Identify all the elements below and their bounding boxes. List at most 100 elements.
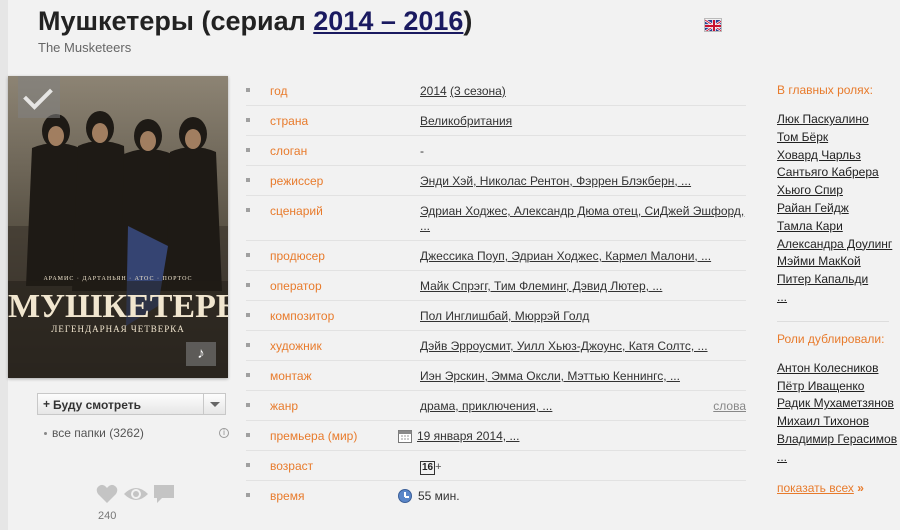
poster-image[interactable]: АРАМИС · ДАРТАНЬЯН · АТОС · ПОРТОС МУШКЕ… — [8, 76, 228, 378]
poster-title: МУШКЕТЕРЫ — [8, 288, 228, 325]
info-value: Джессика Поуп, Эдриан Ходжес, Кармел Мал… — [420, 249, 746, 264]
actor-link[interactable]: Тамла Кари — [777, 218, 900, 236]
watch-later-label: Буду смотреть — [53, 398, 142, 412]
dubbers-more-link[interactable]: ... — [777, 449, 900, 467]
info-row-composer: композитор Пол Инглишбай, Мюррэй Голд — [246, 301, 746, 331]
runtime-text: 55 мин. — [418, 489, 460, 503]
info-row-age: возраст 16 + — [246, 451, 746, 481]
actor-link[interactable]: Люк Паскуалино — [777, 111, 900, 129]
row-bullet — [246, 88, 250, 92]
heart-icon[interactable] — [96, 484, 118, 504]
seasons-link[interactable]: (3 сезона) — [450, 84, 506, 98]
original-title: The Musketeers — [38, 40, 132, 55]
dubber-link[interactable]: Антон Колесников — [777, 360, 900, 378]
all-folders-link[interactable]: все папки (3262) — [44, 426, 144, 440]
info-label: жанр — [270, 399, 299, 413]
info-row-operator: оператор Майк Спрэгг, Тим Флеминг, Дэвид… — [246, 271, 746, 301]
dubber-link[interactable]: Радик Мухаметзянов — [777, 395, 900, 413]
info-label: оператор — [270, 279, 322, 293]
likes-count: 240 — [98, 510, 117, 522]
actor-link[interactable]: Александра Доулинг — [777, 236, 900, 254]
actor-link[interactable]: Сантьяго Кабрера — [777, 164, 900, 182]
age-plus: + — [435, 461, 442, 473]
info-label: художник — [270, 339, 322, 353]
actor-link[interactable]: Питер Капальди — [777, 271, 900, 289]
artist-links[interactable]: Дэйв Эрроусмит, Уилл Хьюз-Джоунс, Катя С… — [420, 339, 708, 353]
actor-link[interactable]: Мэйми МакКой — [777, 253, 900, 271]
info-label: монтаж — [270, 369, 312, 383]
info-row-year: год 2014 (3 сезона) — [246, 76, 746, 106]
age-rating-badge: 16 — [420, 461, 436, 475]
info-value: драма, приключения, ... — [420, 399, 746, 414]
year-link[interactable]: 2014 — [420, 84, 447, 98]
dubber-link[interactable]: Михаил Тихонов — [777, 413, 900, 431]
info-value: 55 мин. — [398, 489, 746, 504]
info-label: слоган — [270, 144, 308, 158]
genre-links[interactable]: драма, приключения, ... — [420, 399, 552, 413]
info-row-director: режиссер Энди Хэй, Николас Рентон, Фэрре… — [246, 166, 746, 196]
watch-later-dropdown[interactable]: + Буду смотреть — [37, 393, 226, 415]
row-bullet — [246, 373, 250, 377]
chevron-down-icon[interactable] — [203, 394, 225, 414]
info-row-time: время 55 мин. — [246, 481, 746, 511]
info-label: возраст — [270, 459, 314, 473]
writer-links[interactable]: Эдриан Ходжес, Александр Дюма отец, СиДж… — [420, 204, 744, 233]
keywords-link[interactable]: слова — [713, 399, 746, 413]
info-row-writer: сценарий Эдриан Ходжес, Александр Дюма о… — [246, 196, 746, 241]
title-text: Мушкетеры (сериал — [38, 6, 314, 36]
info-label: продюсер — [270, 249, 325, 263]
actor-link[interactable]: Хьюго Спир — [777, 182, 900, 200]
row-bullet — [246, 118, 250, 122]
info-row-slogan: слоган - — [246, 136, 746, 166]
info-value: Энди Хэй, Николас Рентон, Фэррен Блэкбер… — [420, 174, 746, 189]
editing-links[interactable]: Иэн Эрскин, Эмма Оксли, Мэттью Кеннингс,… — [420, 369, 680, 383]
calendar-icon — [398, 430, 412, 443]
info-label: страна — [270, 114, 309, 128]
info-row-artist: художник Дэйв Эрроусмит, Уилл Хьюз-Джоун… — [246, 331, 746, 361]
operator-links[interactable]: Майк Спрэгг, Тим Флеминг, Дэвид Лютер, .… — [420, 279, 662, 293]
info-label: год — [270, 84, 288, 98]
title-years-link[interactable]: 2014 – 2016 — [313, 6, 463, 36]
show-all-arrow: » — [857, 481, 864, 495]
music-note-icon[interactable]: ♪ — [186, 342, 216, 366]
info-icon[interactable]: i — [219, 428, 229, 438]
actor-link[interactable]: Ховард Чарльз — [777, 147, 900, 165]
info-value: 19 января 2014, ... — [398, 429, 746, 444]
info-value: Дэйв Эрроусмит, Уилл Хьюз-Джоунс, Катя С… — [420, 339, 746, 354]
poster-cast-line: АРАМИС · ДАРТАНЬЯН · АТОС · ПОРТОС — [43, 276, 193, 282]
cast-column: В главных ролях: Люк Паскуалино Том Бёрк… — [777, 83, 900, 467]
dubber-link[interactable]: Пётр Иващенко — [777, 378, 900, 396]
row-bullet — [246, 208, 250, 212]
comment-icon[interactable] — [153, 484, 175, 504]
info-label: сценарий — [270, 204, 323, 218]
director-links[interactable]: Энди Хэй, Николас Рентон, Фэррен Блэкбер… — [420, 174, 691, 188]
info-row-premiere: премьера (мир) 19 января 2014, ... — [246, 421, 746, 451]
composer-links[interactable]: Пол Инглишбай, Мюррэй Голд — [420, 309, 589, 323]
row-bullet — [246, 343, 250, 347]
cast-heading: В главных ролях: — [777, 83, 874, 97]
country-link[interactable]: Великобритания — [420, 114, 512, 128]
info-row-genre: жанр драма, приключения, ... слова — [246, 391, 746, 421]
info-row-country: страна Великобритания — [246, 106, 746, 136]
premiere-link[interactable]: 19 января 2014, ... — [417, 429, 519, 443]
eye-icon[interactable] — [123, 484, 149, 504]
uk-flag-icon[interactable] — [704, 18, 722, 32]
info-value: Пол Инглишбай, Мюррэй Голд — [420, 309, 746, 324]
actor-link[interactable]: Том Бёрк — [777, 129, 900, 147]
actor-link[interactable]: Райан Гейдж — [777, 200, 900, 218]
row-bullet — [246, 463, 250, 467]
watched-check-icon[interactable] — [18, 76, 60, 118]
row-bullet — [246, 313, 250, 317]
show-all-cast-link[interactable]: показать всех » — [777, 481, 864, 495]
row-bullet — [246, 283, 250, 287]
info-label: время — [270, 489, 305, 503]
row-bullet — [246, 253, 250, 257]
page-title: Мушкетеры (сериал 2014 – 2016) — [38, 6, 472, 37]
dubber-link[interactable]: Владимир Герасимов — [777, 431, 900, 449]
actors-more-link[interactable]: ... — [777, 289, 900, 307]
bullet-icon — [44, 432, 47, 436]
info-label: композитор — [270, 309, 335, 323]
info-row-editing: монтаж Иэн Эрскин, Эмма Оксли, Мэттью Ке… — [246, 361, 746, 391]
info-label: премьера (мир) — [270, 429, 358, 443]
producer-links[interactable]: Джессика Поуп, Эдриан Ходжес, Кармел Мал… — [420, 249, 711, 263]
